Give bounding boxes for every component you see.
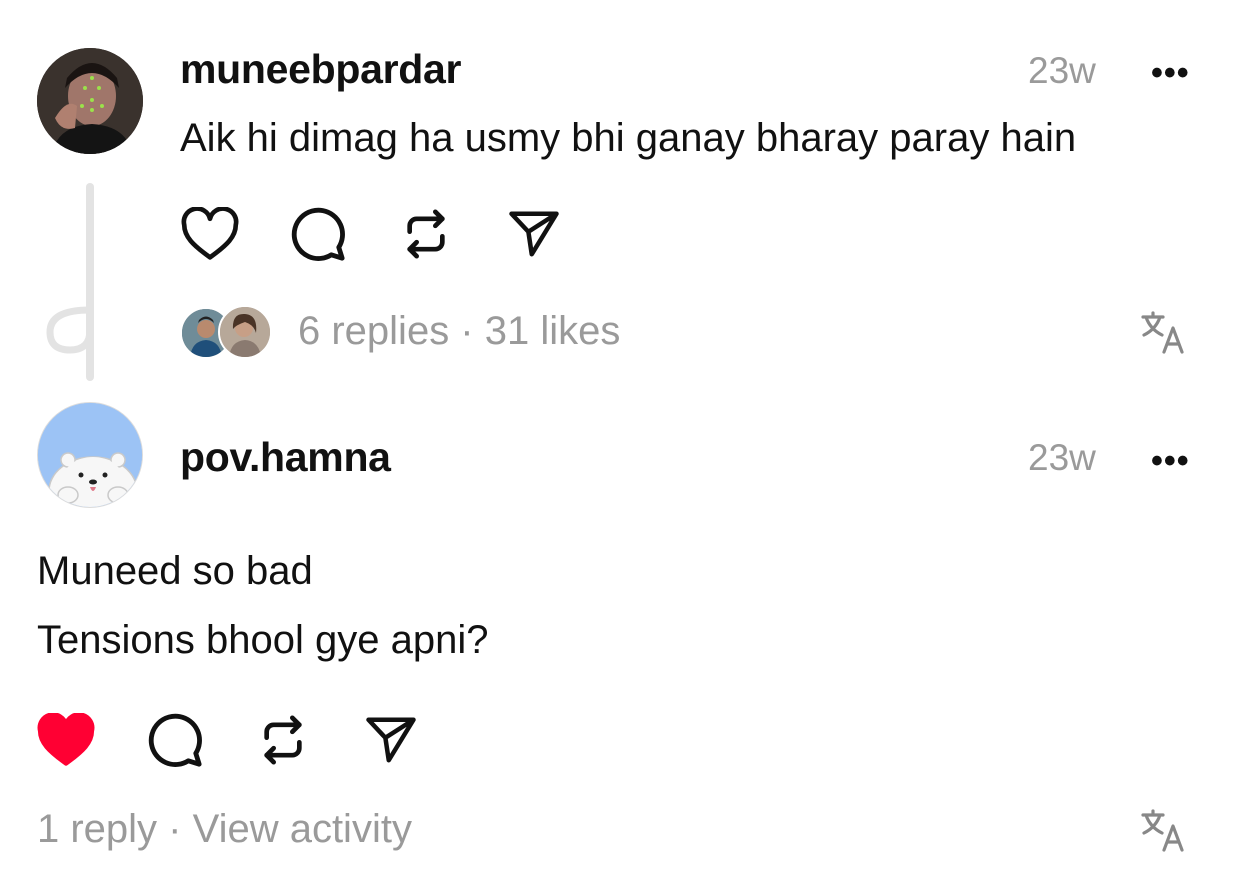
profile-photo: [37, 48, 143, 154]
more-options-icon[interactable]: •••: [1151, 56, 1190, 90]
heart-icon: [37, 713, 95, 766]
username[interactable]: pov.hamna: [180, 434, 391, 481]
replier-avatar-2: [218, 305, 272, 359]
like-button[interactable]: [178, 202, 242, 266]
avatar-pov-hamna[interactable]: [37, 402, 143, 508]
translate-icon: [1141, 311, 1184, 354]
like-button[interactable]: [34, 708, 98, 772]
comment-bubble-icon: [148, 713, 202, 767]
translate-button[interactable]: [1132, 300, 1196, 364]
post-text: Aik hi dimag ha usmy bhi ganay bharay pa…: [180, 116, 1077, 160]
comment-button[interactable]: [143, 708, 207, 772]
post-text-line-1: Muneed so bad: [37, 549, 313, 593]
post-time: 23w: [1028, 50, 1096, 91]
send-icon: [366, 717, 416, 763]
repost-icon: [407, 209, 445, 259]
translate-button[interactable]: [1132, 798, 1196, 862]
more-options-icon[interactable]: •••: [1151, 444, 1190, 478]
polar-bear-avatar: [38, 403, 142, 507]
heart-icon: [181, 207, 239, 260]
repost-button[interactable]: [394, 202, 458, 266]
send-icon: [509, 211, 559, 257]
post-time: 23w: [1028, 437, 1096, 478]
comment-bubble-icon: [291, 207, 345, 261]
repost-icon: [264, 715, 302, 765]
comment-button[interactable]: [286, 202, 350, 266]
avatar-muneebpardar[interactable]: [37, 48, 143, 154]
thread-loop: [46, 306, 94, 354]
post-text-line-2: Tensions bhool gye apni?: [37, 618, 489, 662]
share-button[interactable]: [502, 202, 566, 266]
post-stats[interactable]: 1 reply · View activity: [37, 807, 412, 852]
username[interactable]: muneebpardar: [180, 46, 462, 93]
post-stats[interactable]: 6 replies · 31 likes: [298, 309, 620, 354]
repost-button[interactable]: [251, 708, 315, 772]
share-button[interactable]: [359, 708, 423, 772]
translate-icon: [1141, 809, 1184, 852]
